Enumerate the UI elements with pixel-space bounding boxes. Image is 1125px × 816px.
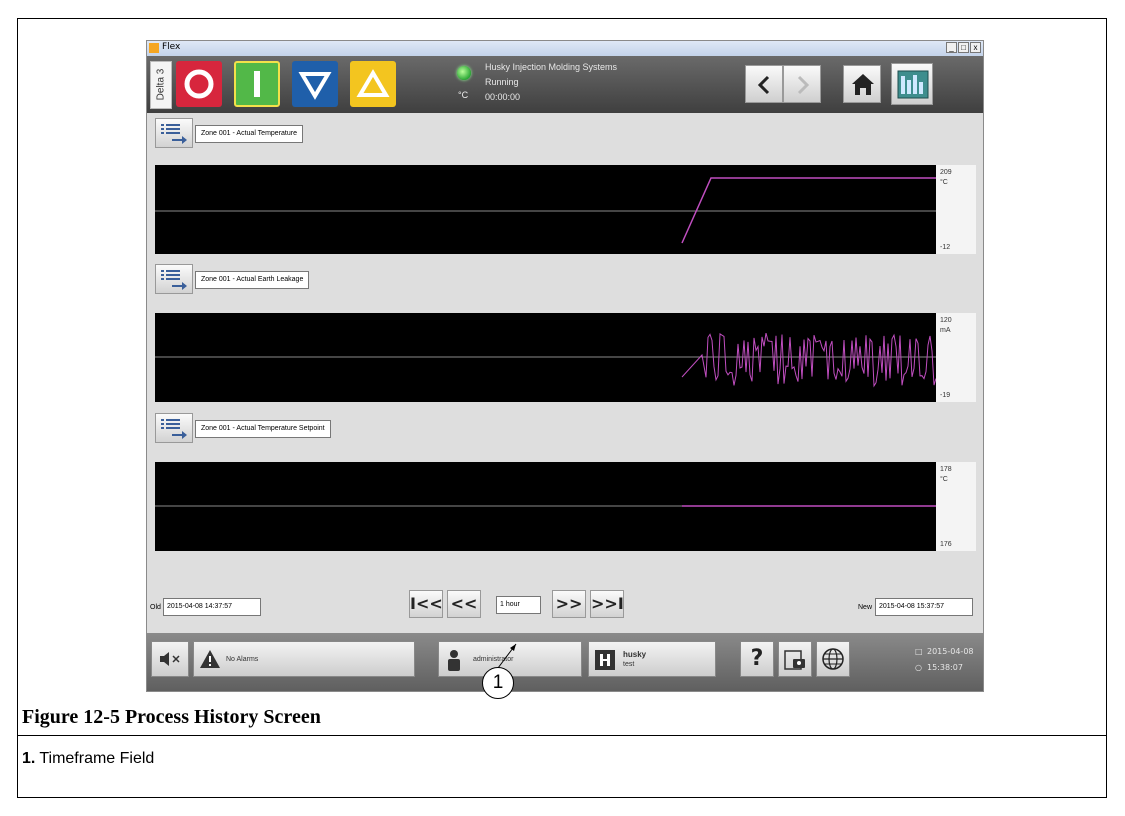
first-page-button[interactable]: I<<	[409, 590, 443, 618]
chart-1	[155, 165, 936, 254]
old-label: Old	[150, 604, 161, 611]
status-led-icon	[457, 66, 471, 80]
chart-1-min: -12	[940, 244, 951, 251]
chart-2-plot	[155, 332, 936, 388]
mute-button[interactable]	[151, 641, 189, 677]
old-date-field[interactable]: 2015-04-08 14:37:57	[163, 598, 261, 616]
last-page-button[interactable]: >>I	[590, 590, 624, 618]
chart-1-scale: 209 °C -12	[936, 165, 976, 254]
chart-3-scale: 178 °C 176	[936, 462, 976, 551]
status-panel: °C Husky Injection Molding Systems Runni…	[452, 60, 642, 110]
header-bar: Delta 3 °C Husky Injection Molding Syste…	[147, 56, 983, 113]
run-icon	[254, 71, 260, 97]
chart-1-plot	[155, 177, 936, 244]
language-button[interactable]	[816, 641, 850, 677]
warning-icon	[200, 650, 220, 668]
signal-label-2[interactable]: Zone 001 - Actual Earth Leakage	[195, 271, 310, 289]
chart-2-max: 120	[940, 317, 952, 324]
alarms-status: No Alarms	[226, 656, 259, 663]
chart-3	[155, 462, 936, 551]
history-panel: Zone 001 - Actual Temperature 209 °C -12…	[147, 113, 983, 633]
list-select-icon	[161, 270, 187, 290]
minimize-button[interactable]: _	[946, 42, 957, 53]
chevron-left-icon	[757, 75, 770, 95]
select-signal-button-3[interactable]	[155, 413, 193, 443]
caption-number: 1.	[22, 750, 36, 767]
select-signal-button-2[interactable]	[155, 264, 193, 294]
previous-page-button[interactable]: <<	[447, 590, 481, 618]
signal-label-1[interactable]: Zone 001 - Actual Temperature	[195, 125, 303, 143]
run-button[interactable]	[234, 61, 280, 107]
chart-3-max: 178	[940, 466, 952, 473]
date-time-display: □ 2015-04-08 ○ 15:38:07	[887, 641, 977, 681]
machine-sub: test	[623, 661, 635, 668]
machine-button[interactable]: husky test	[588, 641, 716, 677]
lower-button[interactable]	[292, 61, 338, 107]
triangle-up-icon	[356, 69, 390, 97]
user-name: administrator	[473, 656, 514, 663]
select-signal-button-1[interactable]	[155, 118, 193, 148]
chart-2-trace	[681, 332, 936, 388]
list-select-icon	[161, 419, 187, 439]
chart-3-min: 176	[940, 541, 952, 548]
signal-label-3[interactable]: Zone 001 - Actual Temperature Setpoint	[195, 420, 331, 438]
app-logo-icon	[149, 43, 159, 53]
help-button[interactable]: ?	[740, 641, 774, 677]
stop-icon	[184, 69, 214, 99]
screenshot-icon	[784, 650, 805, 670]
bottom-bar: No Alarms administrator husky test ? □ 2…	[147, 633, 983, 691]
chart-2-unit: mA	[940, 327, 951, 334]
chart-3-plot	[155, 505, 936, 507]
husky-logo-icon	[595, 650, 615, 670]
raise-button[interactable]	[350, 61, 396, 107]
process-history-button[interactable]	[891, 63, 933, 105]
machine-name: husky	[623, 650, 647, 659]
screenshot-button[interactable]	[778, 641, 812, 677]
current-time: 15:38:07	[927, 663, 963, 672]
globe-icon	[822, 648, 844, 670]
machine-tab[interactable]: Delta 3	[150, 61, 172, 109]
stop-button[interactable]	[176, 61, 222, 107]
next-page-button[interactable]: >>	[552, 590, 586, 618]
chart-3-unit: °C	[940, 476, 948, 483]
callout-1: 1	[482, 667, 514, 699]
chart-2-min: -19	[940, 392, 951, 399]
forward-button[interactable]	[783, 65, 821, 103]
close-button[interactable]: x	[970, 42, 981, 53]
chart-2-scale: 120 mA -19	[936, 313, 976, 402]
figure-title: Figure 12-5 Process History Screen	[22, 706, 321, 728]
caption-divider	[17, 735, 1107, 736]
user-icon	[448, 650, 460, 671]
back-button[interactable]	[745, 65, 783, 103]
list-select-icon	[161, 124, 187, 144]
unit-indicator: °C	[458, 90, 469, 100]
home-button[interactable]	[843, 65, 881, 103]
window-title: Flex	[162, 42, 181, 52]
timeframe-field[interactable]: 1 hour	[496, 596, 541, 614]
chart-screen-icon	[897, 70, 929, 99]
app-window: Flex _ □ x Delta 3 °C Husky Injection Mo…	[146, 40, 984, 692]
alarms-button[interactable]: No Alarms	[193, 641, 415, 677]
home-icon	[852, 74, 874, 95]
machine-tab-label: Delta 3	[155, 68, 167, 101]
maximize-button[interactable]: □	[958, 42, 969, 53]
figure-caption: 1. Timeframe Field	[22, 750, 154, 768]
chart-1-unit: °C	[940, 179, 948, 186]
new-label: New	[858, 604, 873, 611]
new-date-field[interactable]: 2015-04-08 15:37:57	[875, 598, 973, 616]
chart-1-max: 209	[940, 169, 952, 176]
company-name: Husky Injection Molding Systems	[485, 62, 618, 72]
triangle-down-icon	[298, 72, 332, 100]
clock-icon: ○	[915, 663, 922, 672]
chart-2	[155, 313, 936, 402]
mute-icon	[160, 652, 180, 666]
window-titlebar: Flex _ □ x	[147, 41, 983, 56]
machine-state: Running	[485, 77, 519, 87]
caption-text: Timeframe Field	[39, 750, 155, 767]
calendar-icon: □	[915, 647, 923, 656]
current-date: 2015-04-08	[927, 647, 974, 656]
cycle-time: 00:00:00	[485, 92, 521, 102]
chevron-right-icon	[797, 75, 810, 95]
